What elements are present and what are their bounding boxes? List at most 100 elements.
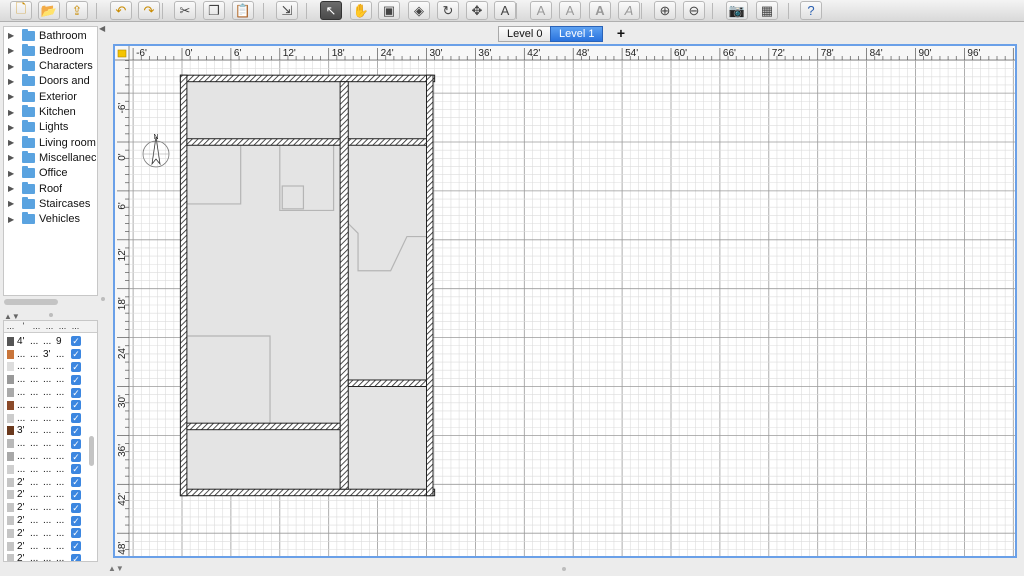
catalog-category-item[interactable]: ▶ Bedroom <box>4 43 97 58</box>
text-bold-button[interactable]: A <box>589 1 611 20</box>
create-video-button[interactable]: ▦ <box>756 1 778 20</box>
room[interactable] <box>348 386 427 490</box>
visible-checkbox[interactable]: ✓ <box>71 553 81 561</box>
furniture-row[interactable]: ............ ✓ <box>4 412 90 425</box>
visible-checkbox[interactable]: ✓ <box>71 387 81 398</box>
furniture-row[interactable]: 2'......... ✓ <box>4 540 90 553</box>
furniture-column-header[interactable]: ... <box>56 321 69 332</box>
visible-checkbox[interactable]: ✓ <box>71 502 81 513</box>
collapse-left-arrow-icon[interactable]: ◀ <box>99 24 105 33</box>
compass-icon[interactable]: N <box>142 134 170 168</box>
cut-button[interactable]: ✂ <box>174 1 196 20</box>
furniture-row[interactable]: 2'......... ✓ <box>4 501 90 514</box>
furniture-row[interactable]: ............ ✓ <box>4 386 90 399</box>
catalog-category-item[interactable]: ▶ Staircases <box>4 196 97 211</box>
create-walls-button[interactable]: ▣ <box>378 1 400 20</box>
expand-arrow-icon[interactable]: ▶ <box>8 153 16 162</box>
wall[interactable] <box>186 138 427 146</box>
splitter-handle-icon[interactable] <box>562 567 566 571</box>
furniture-row[interactable]: 3'......... ✓ <box>4 425 90 438</box>
add-level-button[interactable]: + <box>610 26 632 42</box>
catalog-horizontal-scrollbar[interactable] <box>4 299 58 305</box>
expand-arrow-icon[interactable]: ▶ <box>8 62 16 71</box>
furniture-row[interactable]: ............ ✓ <box>4 361 90 374</box>
plan-view[interactable]: -6' 0' 6' 12' 18' 24' 30' 36' 42' 48' 54' 60' 66' 72'… <box>113 44 1017 558</box>
visible-checkbox[interactable]: ✓ <box>71 541 81 552</box>
visible-checkbox[interactable]: ✓ <box>71 361 81 372</box>
open-button[interactable]: 📂 <box>38 1 60 20</box>
wall[interactable] <box>179 488 436 497</box>
expand-arrow-icon[interactable]: ▶ <box>8 31 16 40</box>
furniture-row[interactable]: ............ ✓ <box>4 463 90 476</box>
visible-checkbox[interactable]: ✓ <box>71 425 81 436</box>
catalog-category-item[interactable]: ▶ Kitchen <box>4 105 97 120</box>
zoom-in-button[interactable]: ⊕ <box>654 1 676 20</box>
visible-checkbox[interactable]: ✓ <box>71 464 81 475</box>
room[interactable] <box>186 145 341 424</box>
visible-checkbox[interactable]: ✓ <box>71 528 81 539</box>
furniture-column-header[interactable]: ' <box>17 321 30 332</box>
furniture-row[interactable]: ............ ✓ <box>4 437 90 450</box>
expand-arrow-icon[interactable]: ▶ <box>8 108 16 117</box>
catalog-category-item[interactable]: ▶ Lights <box>4 120 97 135</box>
visible-checkbox[interactable]: ✓ <box>71 438 81 449</box>
visible-checkbox[interactable]: ✓ <box>71 349 81 360</box>
furniture-row[interactable]: ............ ✓ <box>4 450 90 463</box>
expand-arrow-icon[interactable]: ▶ <box>8 199 16 208</box>
wall[interactable] <box>347 379 427 388</box>
zoom-out-button[interactable]: ⊖ <box>683 1 705 20</box>
catalog-category-item[interactable]: ▶ Exterior <box>4 89 97 104</box>
add-text-button[interactable]: A <box>494 1 516 20</box>
furniture-row[interactable]: 2'......... ✓ <box>4 476 90 489</box>
undo-button[interactable]: ↶ <box>110 1 132 20</box>
visible-checkbox[interactable]: ✓ <box>71 336 81 347</box>
visible-checkbox[interactable]: ✓ <box>71 451 81 462</box>
expand-arrow-icon[interactable]: ▶ <box>8 184 16 193</box>
furniture-row[interactable]: ...... 3'... ✓ <box>4 348 90 361</box>
pan-mode-button[interactable]: ✋ <box>350 1 372 20</box>
furniture-row[interactable]: ............ ✓ <box>4 399 90 412</box>
room[interactable] <box>348 145 427 380</box>
new-home-button[interactable]: 🗋 <box>10 1 32 20</box>
furniture-column-header[interactable]: ... <box>30 321 43 332</box>
copy-button[interactable]: ❐ <box>203 1 225 20</box>
room[interactable] <box>348 81 427 139</box>
expand-arrow-icon[interactable]: ▶ <box>8 215 16 224</box>
redo-button[interactable]: ↷ <box>138 1 160 20</box>
wall[interactable] <box>339 81 349 490</box>
splitter-handle-icon[interactable] <box>49 313 53 317</box>
visible-checkbox[interactable]: ✓ <box>71 400 81 411</box>
catalog-category-item[interactable]: ▶ Doors and <box>4 74 97 89</box>
create-polylines-button[interactable]: ↻ <box>437 1 459 20</box>
catalog-category-item[interactable]: ▶ Office <box>4 166 97 181</box>
expand-arrow-icon[interactable]: ▶ <box>8 77 16 86</box>
resize-arrows-icon[interactable]: ▲▼ <box>108 564 124 573</box>
tab-level-1[interactable]: Level 1 <box>550 26 604 42</box>
wall[interactable] <box>179 74 188 497</box>
text-style-1-button[interactable]: A <box>530 1 552 20</box>
expand-arrow-icon[interactable]: ▶ <box>8 123 16 132</box>
select-mode-button[interactable]: ↖ <box>320 1 342 20</box>
catalog-category-item[interactable]: ▶ Characters <box>4 59 97 74</box>
catalog-category-item[interactable]: ▶ Miscellanec <box>4 150 97 165</box>
visible-checkbox[interactable]: ✓ <box>71 489 81 500</box>
wall[interactable] <box>186 422 341 431</box>
furniture-column-header[interactable]: ... <box>4 321 17 332</box>
visible-checkbox[interactable]: ✓ <box>71 413 81 424</box>
expand-arrow-icon[interactable]: ▶ <box>8 169 16 178</box>
help-button[interactable]: ? <box>800 1 822 20</box>
text-italic-button[interactable]: A <box>618 1 640 20</box>
create-photo-button[interactable]: 📷 <box>726 1 748 20</box>
visible-checkbox[interactable]: ✓ <box>71 515 81 526</box>
tab-level-0[interactable]: Level 0 <box>498 26 552 42</box>
wall[interactable] <box>426 74 434 497</box>
paste-button[interactable]: 📋 <box>232 1 254 20</box>
expand-arrow-icon[interactable]: ▶ <box>8 138 16 147</box>
splitter-handle-icon[interactable] <box>101 297 105 301</box>
catalog-category-item[interactable]: ▶ Vehicles <box>4 212 97 227</box>
furniture-row[interactable]: 2'......... ✓ <box>4 527 90 540</box>
text-style-2-button[interactable]: A <box>559 1 581 20</box>
catalog-category-item[interactable]: ▶ Roof <box>4 181 97 196</box>
create-rooms-button[interactable]: ◈ <box>408 1 430 20</box>
catalog-category-item[interactable]: ▶ Living room <box>4 135 97 150</box>
